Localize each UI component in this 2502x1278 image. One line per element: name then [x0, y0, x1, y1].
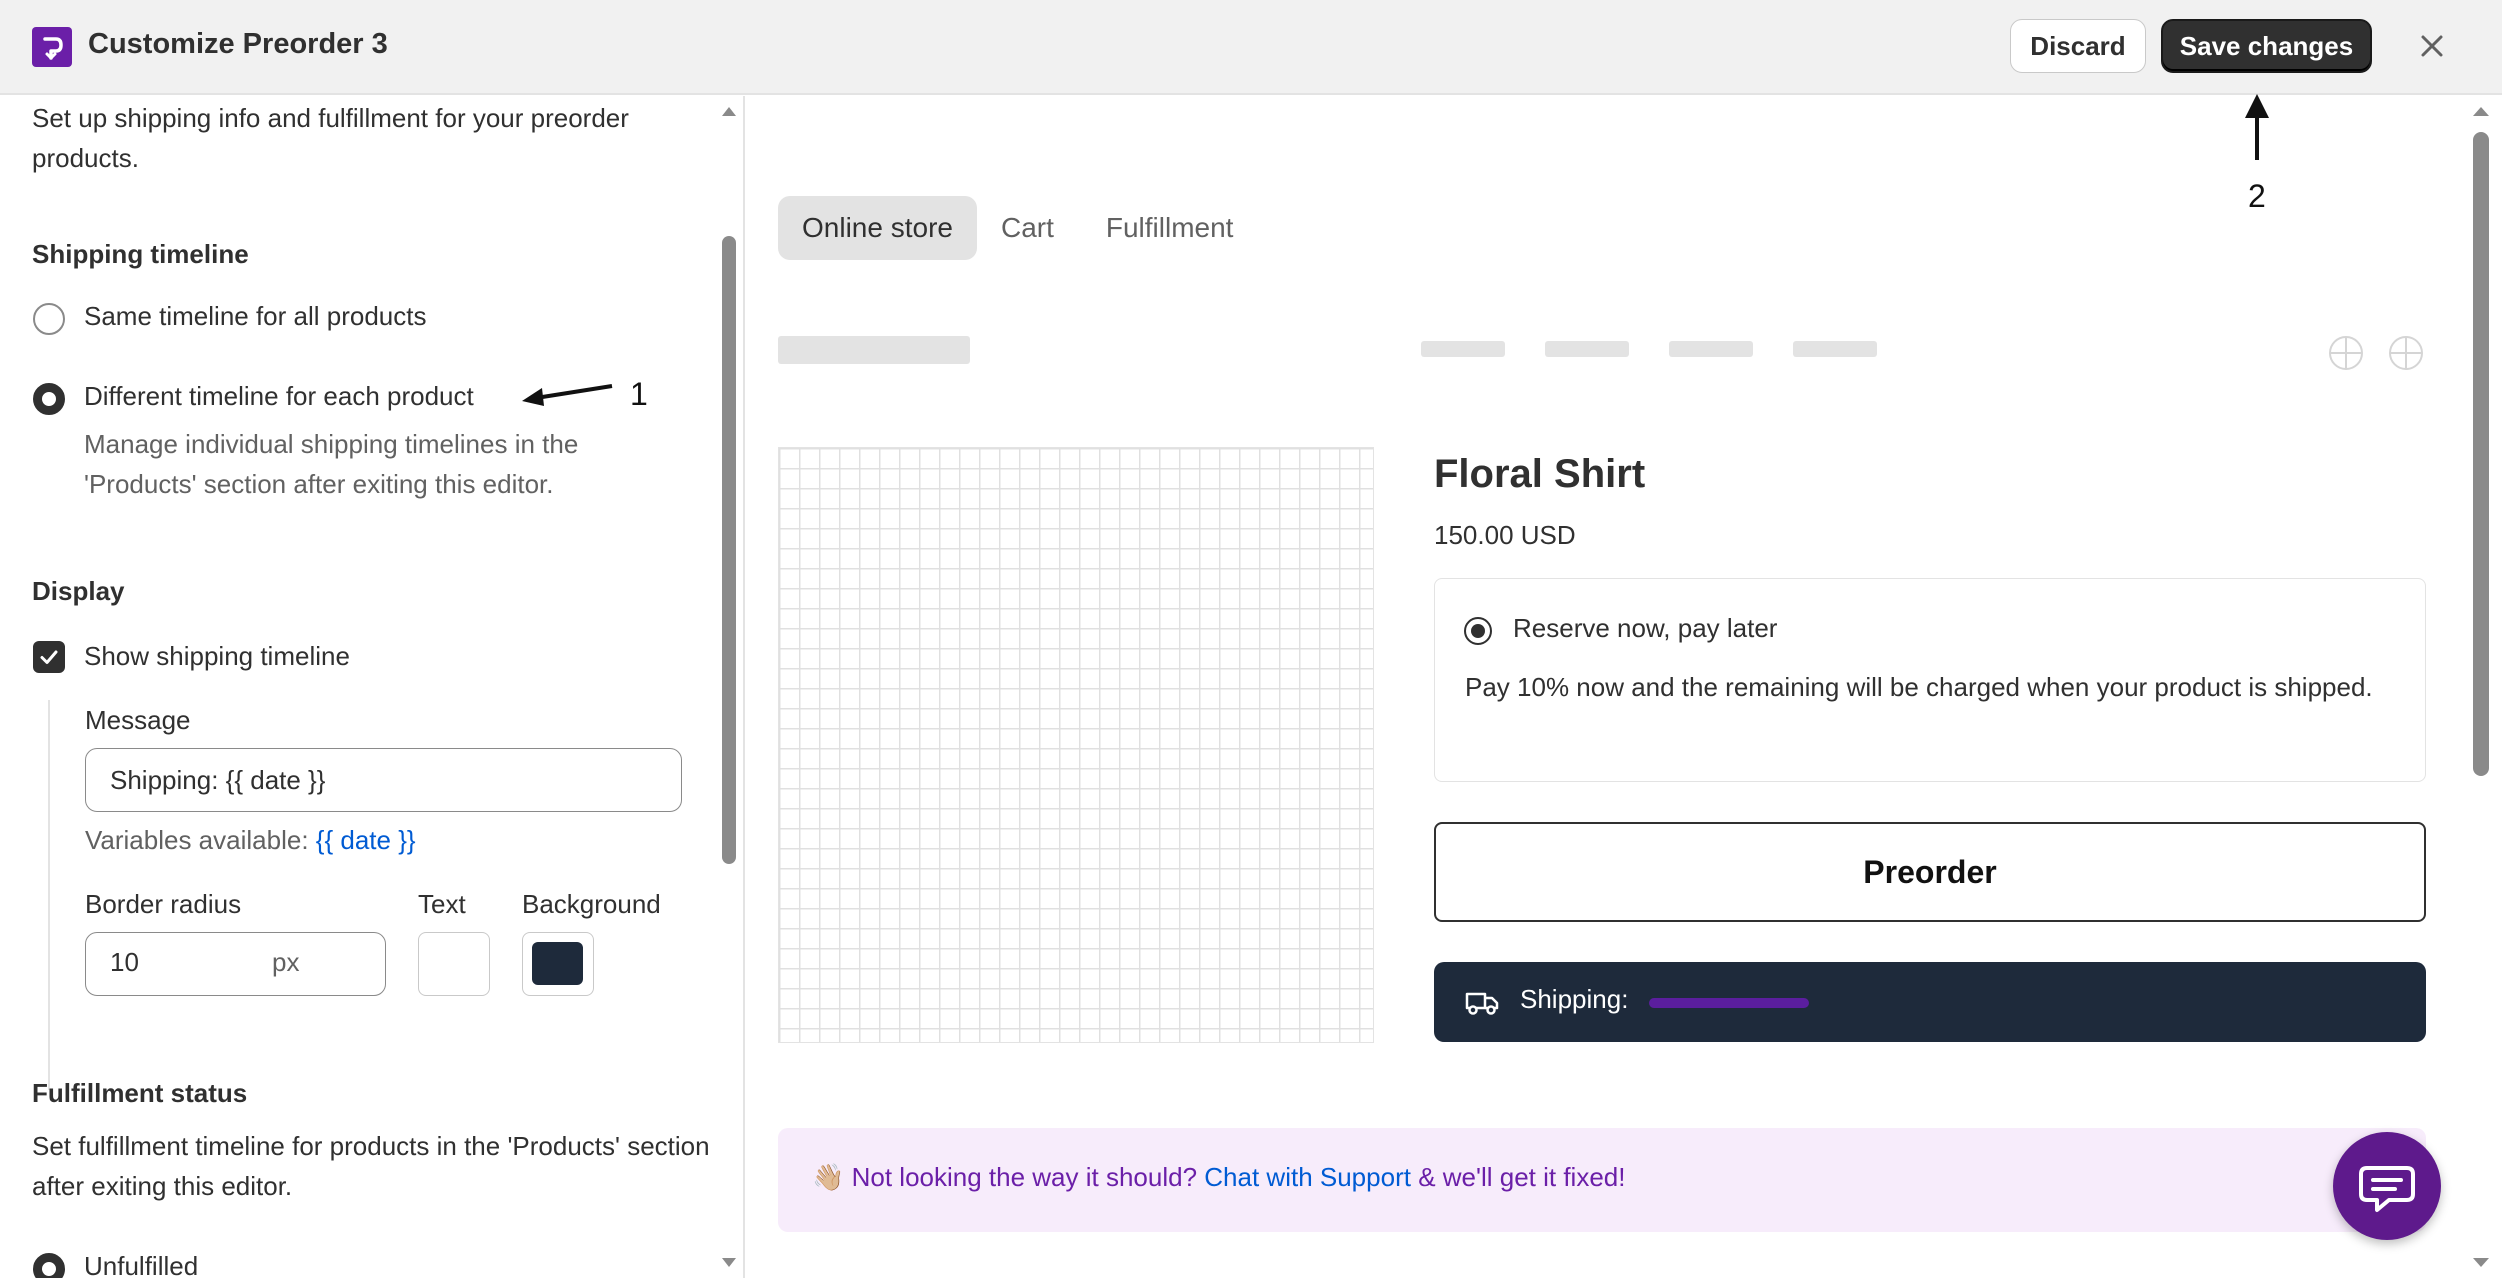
- nav-placeholder: [1545, 341, 1629, 357]
- reserve-option-card[interactable]: Reserve now, pay later Pay 10% now and t…: [1434, 578, 2426, 782]
- shipping-label: Shipping:: [1520, 984, 1629, 1014]
- annotation-arrow-1-icon: [522, 384, 613, 406]
- variables-hint: Variables available: {{ date }}: [85, 820, 416, 860]
- preview-scrollbar-thumb[interactable]: [2473, 132, 2489, 776]
- annotation-arrow-2-icon: [2245, 94, 2269, 160]
- variables-label: Variables available:: [85, 825, 309, 855]
- display-heading: Display: [32, 576, 125, 606]
- shipping-timeline-preview: Shipping:: [1434, 962, 2426, 1042]
- tab-cart[interactable]: Cart: [1001, 196, 1080, 260]
- scroll-up-arrow-icon[interactable]: [720, 104, 738, 118]
- close-icon[interactable]: [2410, 24, 2454, 68]
- page-title: Customize Preorder 3: [88, 28, 388, 60]
- product-image-placeholder: [778, 447, 1374, 1043]
- product-price: 150.00 USD: [1434, 520, 1576, 550]
- nav-placeholder: [1669, 341, 1753, 357]
- chat-support-button[interactable]: [2333, 1132, 2441, 1240]
- reserve-option-description: Pay 10% now and the remaining will be ch…: [1465, 672, 2373, 702]
- tab-fulfillment[interactable]: Fulfillment: [1080, 196, 1234, 260]
- reserve-option-label: Reserve now, pay later: [1513, 613, 1778, 643]
- border-radius-unit: px: [272, 947, 300, 977]
- nav-placeholder: [1421, 341, 1505, 357]
- shipping-timeline-heading: Shipping timeline: [32, 239, 249, 269]
- radio-unfulfilled-label[interactable]: Unfulfilled: [84, 1246, 198, 1278]
- support-text-after: & we'll get it fixed!: [1418, 1162, 1626, 1192]
- show-shipping-timeline-checkbox[interactable]: [33, 641, 65, 673]
- tab-online-store[interactable]: Online store: [778, 196, 977, 260]
- date-variable-link[interactable]: {{ date }}: [316, 825, 416, 855]
- show-shipping-timeline-label[interactable]: Show shipping timeline: [84, 636, 350, 676]
- save-changes-button[interactable]: Save changes: [2161, 19, 2372, 73]
- radio-different-timeline[interactable]: [33, 383, 65, 415]
- indent-divider: [48, 700, 50, 1090]
- truck-icon: [1465, 992, 1499, 1015]
- store-account-icon: [2329, 336, 2363, 370]
- app-logo-icon: [32, 27, 72, 67]
- store-cart-icon: [2389, 336, 2423, 370]
- background-color-swatch[interactable]: [522, 932, 594, 996]
- radio-same-timeline[interactable]: [33, 303, 65, 335]
- fulfillment-help: Set fulfillment timeline for products in…: [32, 1131, 710, 1201]
- border-radius-value: 10: [110, 947, 139, 977]
- discard-button[interactable]: Discard: [2010, 19, 2146, 73]
- radio-different-timeline-label[interactable]: Different timeline for each product: [84, 376, 474, 416]
- left-scrollbar-thumb[interactable]: [722, 236, 736, 864]
- support-text-before: Not looking the way it should?: [851, 1162, 1198, 1192]
- product-title: Floral Shirt: [1434, 452, 1646, 496]
- settings-panel: Set up shipping info and fulfillment for…: [0, 96, 745, 1278]
- background-color-fill: [532, 942, 583, 985]
- preview-scroll-down-icon[interactable]: [2471, 1256, 2491, 1270]
- reserve-option-radio[interactable]: [1464, 617, 1492, 645]
- support-banner: 👋🏼 Not looking the way it should? Chat w…: [778, 1128, 2426, 1232]
- background-color-label: Background: [522, 889, 661, 919]
- text-color-swatch[interactable]: [418, 932, 490, 996]
- editor-header: Customize Preorder 3 Discard Save change…: [0, 0, 2502, 95]
- annotation-number-1: 1: [630, 376, 648, 412]
- support-message: 👋🏼 Not looking the way it should? Chat w…: [812, 1162, 1625, 1193]
- shipping-date-placeholder: [1649, 998, 1809, 1008]
- store-logo-placeholder: [778, 336, 970, 364]
- text-color-label: Text: [418, 889, 466, 919]
- waving-hand-icon: 👋🏼: [812, 1162, 845, 1192]
- intro-text: Set up shipping info and fulfillment for…: [32, 103, 629, 173]
- border-radius-label: Border radius: [85, 889, 242, 919]
- radio-same-timeline-label[interactable]: Same timeline for all products: [84, 296, 426, 336]
- checkmark-icon: [40, 650, 58, 664]
- preview-scroll-up-icon[interactable]: [2471, 104, 2491, 118]
- nav-placeholder: [1793, 341, 1877, 357]
- fulfillment-status-heading: Fulfillment status: [32, 1078, 248, 1108]
- preview-panel: Online store Cart Fulfillment Floral Shi…: [747, 96, 2502, 1278]
- chat-icon: [2359, 1166, 2415, 1212]
- chat-with-support-link[interactable]: Chat with Support: [1204, 1162, 1411, 1192]
- message-input[interactable]: [85, 748, 682, 812]
- message-label: Message: [85, 705, 191, 735]
- scroll-down-arrow-icon[interactable]: [720, 1256, 738, 1270]
- preorder-button[interactable]: Preorder: [1434, 822, 2426, 922]
- preview-tabs: Online store Cart Fulfillment: [778, 196, 1233, 260]
- shipping-timeline-help: Manage individual shipping timelines in …: [84, 429, 579, 499]
- border-radius-input[interactable]: 10 px: [85, 932, 386, 996]
- annotation-number-2: 2: [2248, 178, 2266, 214]
- radio-unfulfilled[interactable]: [33, 1253, 65, 1278]
